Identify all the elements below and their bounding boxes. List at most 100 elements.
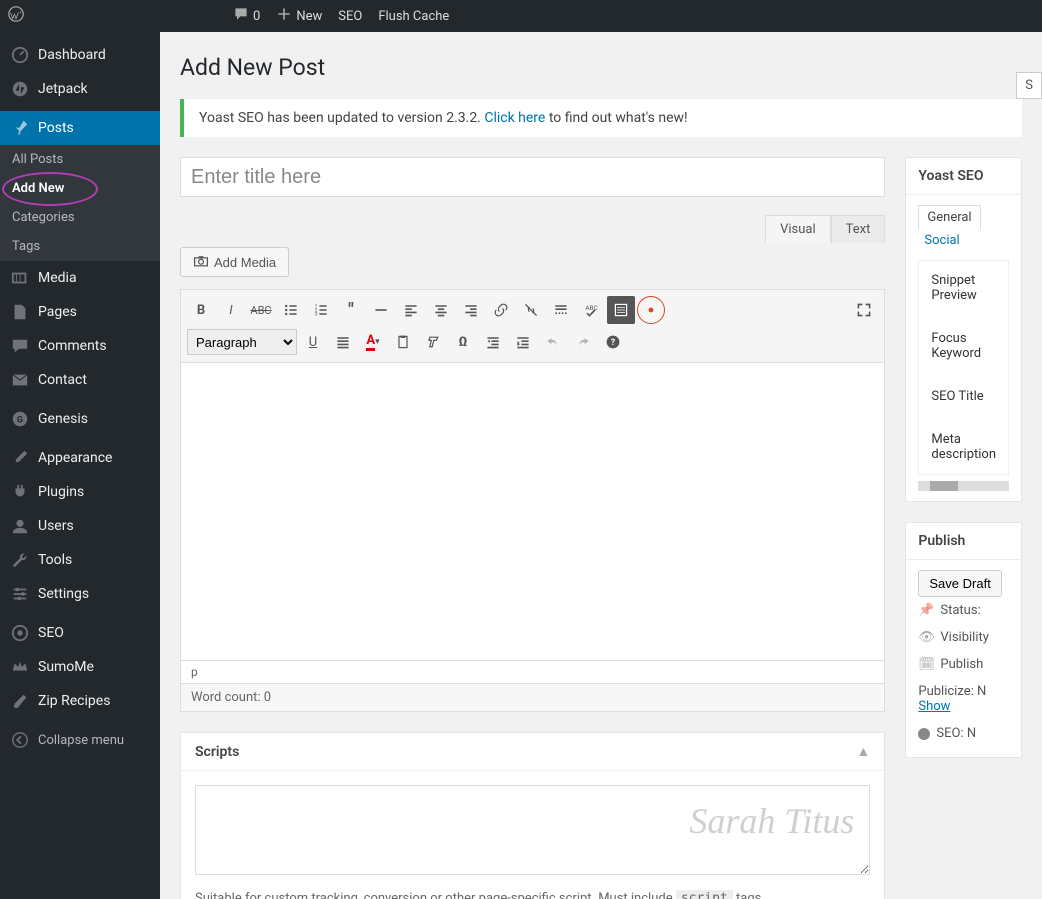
sidebar-item-plugins[interactable]: Plugins (0, 475, 160, 509)
collapse-menu[interactable]: Collapse menu (0, 723, 160, 757)
sidebar-label: Jetpack (38, 81, 88, 97)
comments-count: 0 (253, 9, 260, 24)
page-title: Add New Post (180, 54, 1022, 81)
editor-content-area[interactable] (180, 363, 885, 661)
align-center-button[interactable] (427, 296, 455, 324)
scripts-description: Suitable for custom tracking, conversion… (195, 891, 870, 899)
help-button[interactable]: ? (599, 328, 627, 356)
sidebar-sub-add-new[interactable]: Add New (0, 174, 160, 203)
bullet-list-button[interactable] (277, 296, 305, 324)
fullscreen-button[interactable] (850, 296, 878, 324)
sidebar-item-seo[interactable]: SEO (0, 616, 160, 650)
post-title-input[interactable] (180, 157, 885, 197)
sidebar-item-comments[interactable]: Comments (0, 329, 160, 363)
toolbar-new[interactable]: New (268, 0, 330, 32)
eye-icon: 👁 (918, 630, 934, 645)
italic-button[interactable]: I (217, 296, 245, 324)
sidebar-item-dashboard[interactable]: Dashboard (0, 38, 160, 72)
collapse-icon (10, 730, 30, 750)
publicize-show-link[interactable]: Show (918, 699, 950, 714)
sidebar-item-settings[interactable]: Settings (0, 577, 160, 611)
sidebar-label: Users (38, 518, 74, 534)
paste-text-button[interactable] (389, 328, 417, 356)
sidebar-item-appearance[interactable]: Appearance (0, 441, 160, 475)
spellcheck-button[interactable]: ABC (577, 296, 605, 324)
yoast-scrollbar[interactable] (918, 481, 1009, 491)
wordpress-logo-icon[interactable] (8, 6, 24, 26)
underline-button[interactable]: U (299, 328, 327, 356)
yoast-seo-metabox: Yoast SEO General Social Snippet Preview… (905, 157, 1022, 502)
special-char-button[interactable]: Ω (449, 328, 477, 356)
visibility-label: Visibility (940, 630, 989, 645)
main-content: S Add New Post Yoast SEO has been update… (160, 32, 1042, 899)
save-draft-button[interactable]: Save Draft (918, 570, 1001, 597)
toolbar-flush-cache[interactable]: Flush Cache (370, 0, 457, 32)
number-list-button[interactable]: 123 (307, 296, 335, 324)
brush-icon (10, 448, 30, 468)
publish-on-label: Publish (940, 657, 983, 672)
tab-visual[interactable]: Visual (765, 215, 831, 243)
seo-indicator-icon (918, 728, 930, 740)
undo-button[interactable] (539, 328, 567, 356)
notice-link[interactable]: Click here (484, 110, 545, 126)
scripts-title: Scripts (195, 744, 239, 760)
comment-icon (10, 336, 30, 356)
sidebar-item-media[interactable]: Media (0, 261, 160, 295)
status-label: Status: (940, 603, 980, 618)
editor-path: p (180, 661, 885, 684)
sidebar-posts-submenu: All Posts Add New Categories Tags (0, 145, 160, 261)
tab-text[interactable]: Text (831, 215, 886, 243)
indent-button[interactable] (509, 328, 537, 356)
unlink-button[interactable] (517, 296, 545, 324)
align-right-button[interactable] (457, 296, 485, 324)
sidebar-item-ziprecipes[interactable]: Zip Recipes (0, 684, 160, 718)
sidebar-sub-all-posts[interactable]: All Posts (0, 145, 160, 174)
jetpack-icon (10, 79, 30, 99)
link-button[interactable] (487, 296, 515, 324)
bold-button[interactable]: B (187, 296, 215, 324)
outdent-button[interactable] (479, 328, 507, 356)
sidebar-item-contact[interactable]: Contact (0, 363, 160, 397)
sidebar-label: Plugins (38, 484, 84, 500)
sidebar-label: Zip Recipes (38, 693, 110, 709)
yoast-tab-general[interactable]: General (918, 205, 980, 229)
format-select[interactable]: Paragraph (187, 329, 297, 355)
collapse-icon[interactable]: ▲ (857, 743, 871, 760)
toolbar-comments[interactable]: 0 (225, 0, 268, 32)
sidebar-item-pages[interactable]: Pages (0, 295, 160, 329)
yoast-tab-social[interactable]: Social (918, 229, 1009, 252)
word-count: Word count: 0 (180, 684, 885, 712)
quote-button[interactable]: " (337, 296, 365, 324)
sidebar-item-sumome[interactable]: SumoMe (0, 650, 160, 684)
sidebar-label: Settings (38, 586, 89, 602)
sidebar-label: Dashboard (38, 47, 106, 63)
wrench-icon (10, 550, 30, 570)
hr-button[interactable] (367, 296, 395, 324)
toolbar-toggle-button[interactable] (607, 296, 635, 324)
redo-button[interactable] (569, 328, 597, 356)
sidebar-item-genesis[interactable]: G Genesis (0, 402, 160, 436)
align-left-button[interactable] (397, 296, 425, 324)
sidebar-item-posts[interactable]: Posts (0, 111, 160, 145)
sidebar-label: Comments (38, 338, 107, 354)
sidebar-sub-categories[interactable]: Categories (0, 203, 160, 232)
screen-options-button[interactable]: S (1016, 72, 1042, 99)
plus-icon (276, 6, 292, 26)
textcolor-button[interactable]: A▾ (359, 328, 387, 356)
strike-button[interactable]: ABC (247, 296, 275, 324)
sidebar-item-jetpack[interactable]: Jetpack (0, 72, 160, 106)
sidebar-label: SumoMe (38, 659, 94, 675)
sidebar-label: Pages (38, 304, 77, 320)
toolbar-new-label: New (296, 9, 322, 24)
sidebar-item-tools[interactable]: Tools (0, 543, 160, 577)
add-media-button[interactable]: Add Media (180, 247, 289, 277)
sidebar-item-users[interactable]: Users (0, 509, 160, 543)
distraction-free-button[interactable] (637, 296, 665, 324)
clear-format-button[interactable] (419, 328, 447, 356)
toolbar-seo[interactable]: SEO (330, 0, 370, 32)
scripts-textarea[interactable] (195, 785, 870, 875)
sidebar-sub-tags[interactable]: Tags (0, 232, 160, 261)
sidebar-label: SEO (38, 625, 64, 641)
justify-button[interactable] (329, 328, 357, 356)
more-button[interactable] (547, 296, 575, 324)
